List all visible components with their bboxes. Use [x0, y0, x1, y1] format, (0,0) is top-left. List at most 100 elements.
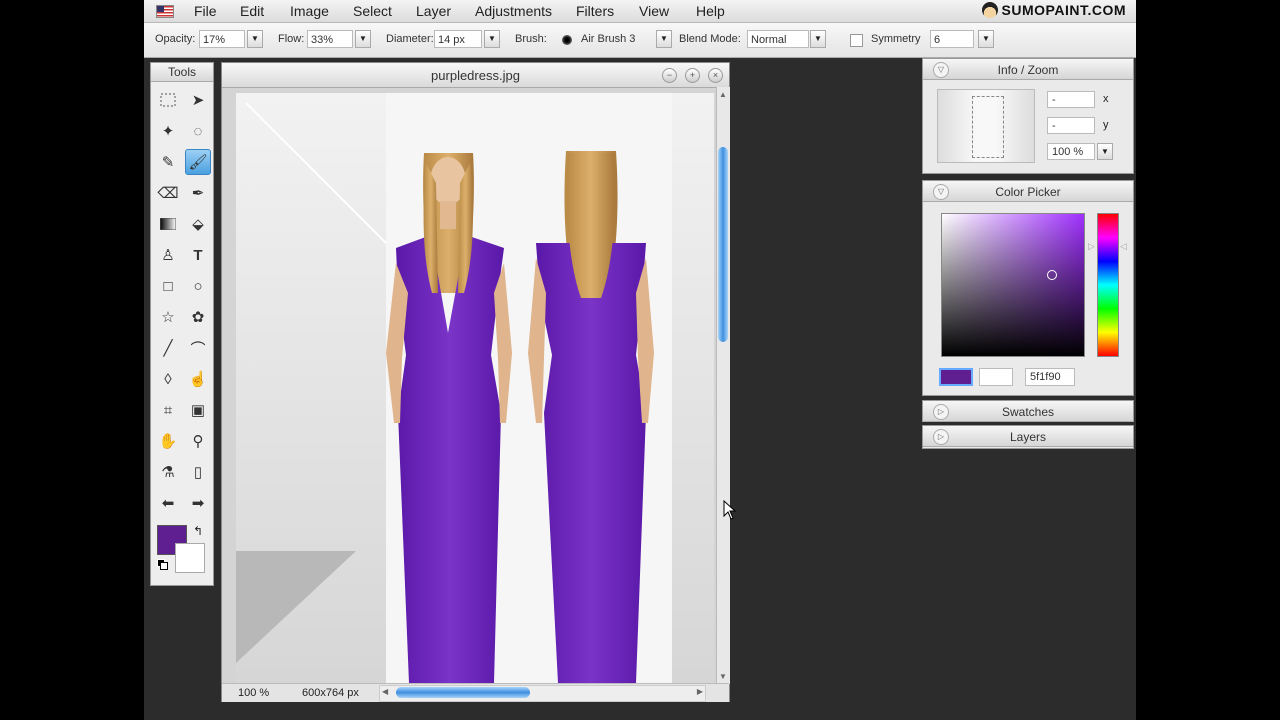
navigator-thumbnail[interactable] — [937, 89, 1035, 163]
brand-name: SUMOPAINT.COM — [1001, 2, 1126, 18]
transform-tool-icon[interactable]: ▣ — [185, 397, 211, 423]
blur-drop-tool-icon[interactable]: ◊ — [155, 366, 181, 392]
scroll-up-icon[interactable]: ▲ — [719, 90, 727, 99]
navigator-viewport-box[interactable] — [972, 96, 1004, 158]
symmetry-label: Symmetry — [871, 33, 921, 45]
language-flag-icon[interactable] — [156, 5, 174, 18]
menu-image[interactable]: Image — [290, 3, 329, 19]
flow-dropdown-button[interactable]: ▼ — [355, 30, 371, 48]
magic-wand-tool-icon[interactable]: ✦ — [155, 118, 181, 144]
menu-filters[interactable]: Filters — [576, 3, 614, 19]
tools-panel-title: Tools — [151, 63, 213, 82]
curve-tool-icon[interactable]: ⌒ — [185, 335, 211, 361]
brush-tool-icon[interactable]: ✒ — [185, 180, 211, 206]
swap-colors-icon[interactable]: ↰ — [193, 524, 203, 538]
info-zoom-header[interactable]: ▽ Info / Zoom — [923, 59, 1133, 80]
vertical-scrollbar[interactable]: ▲ ▼ — [716, 87, 730, 684]
opacity-label: Opacity: — [155, 33, 196, 45]
smudge-tool-icon[interactable]: ☝ — [185, 366, 211, 392]
zoom-dropdown-button[interactable]: ▼ — [1097, 143, 1113, 160]
layers-header[interactable]: ▷ Layers — [923, 426, 1133, 447]
minimize-icon[interactable]: − — [662, 68, 677, 83]
crop-tool-icon[interactable]: ⌗ — [155, 397, 181, 423]
brush-preview-icon — [562, 35, 572, 45]
hue-slider-marker-icon-left[interactable]: ▷ — [1088, 241, 1095, 252]
brush-dropdown-button[interactable]: ▼ — [656, 30, 672, 48]
y-label: y — [1103, 119, 1109, 131]
marquee-tool-icon[interactable] — [155, 87, 181, 113]
opacity-dropdown-button[interactable]: ▼ — [247, 30, 263, 48]
document-window: purpledress.jpg − + × ▲ ▼ 100 % 600x764 … — [221, 62, 737, 702]
picker-foreground-swatch[interactable] — [939, 368, 973, 386]
flower-shape-tool-icon[interactable]: ✿ — [185, 304, 211, 330]
blend-mode-dropdown-button[interactable]: ▼ — [810, 30, 826, 48]
hex-color-input[interactable]: 5f1f90 — [1025, 368, 1075, 386]
menu-adjustments[interactable]: Adjustments — [475, 3, 552, 19]
airbrush-tool-icon[interactable]: 🖌 — [185, 149, 211, 175]
menu-layer[interactable]: Layer — [416, 3, 451, 19]
lasso-tool-icon[interactable]: ◌ — [185, 118, 211, 144]
scroll-right-icon[interactable]: ▶ — [697, 687, 703, 696]
menu-view[interactable]: View — [639, 3, 669, 19]
flow-input[interactable]: 33% — [307, 30, 353, 48]
undo-arrow-icon[interactable]: ⬅ — [155, 490, 181, 516]
color-saturation-field[interactable] — [941, 213, 1085, 357]
blend-mode-select[interactable]: Normal — [747, 30, 809, 48]
hand-tool-icon[interactable]: ✋ — [155, 428, 181, 454]
scroll-left-icon[interactable]: ◀ — [382, 687, 388, 696]
flow-label: Flow: — [278, 33, 305, 45]
tools-panel: Tools ➤ ✦ ◌ ✎ 🖌 ⌫ ✒ ⬙ ♙ T □ ○ ☆ ✿ ╱ ⌒ ◊ … — [150, 62, 214, 586]
menu-select[interactable]: Select — [353, 3, 392, 19]
brush-label: Brush: — [515, 33, 547, 45]
app-window: File Edit Image Select Layer Adjustments… — [144, 0, 1136, 720]
symmetry-input[interactable]: 6 — [930, 30, 974, 48]
move-tool-icon[interactable]: ➤ — [185, 87, 211, 113]
horizontal-scroll-thumb[interactable] — [396, 687, 530, 698]
brush-name[interactable]: Air Brush 3 — [581, 33, 635, 45]
star-shape-tool-icon[interactable]: ☆ — [155, 304, 181, 330]
text-tool-icon[interactable]: T — [185, 242, 211, 268]
redo-arrow-icon[interactable]: ➡ — [185, 490, 211, 516]
swatches-header[interactable]: ▷ Swatches — [923, 401, 1133, 422]
opacity-input[interactable]: 17% — [199, 30, 245, 48]
picker-background-swatch[interactable] — [979, 368, 1013, 386]
scroll-down-icon[interactable]: ▼ — [719, 672, 727, 681]
bucket-fill-tool-icon[interactable]: ⬙ — [185, 211, 211, 237]
menu-file[interactable]: File — [194, 3, 217, 19]
color-picker-crosshair[interactable] — [1047, 270, 1057, 280]
image-canvas[interactable] — [236, 93, 714, 683]
zoom-tool-icon[interactable]: ⚲ — [185, 428, 211, 454]
brand-logo[interactable]: SUMOPAINT.COM — [981, 2, 1126, 18]
eyedropper-tool-icon[interactable]: ⚗ — [155, 459, 181, 485]
vertical-scroll-thumb[interactable] — [718, 147, 728, 342]
info-zoom-title: Info / Zoom — [997, 63, 1059, 77]
sumo-logo-icon — [981, 2, 998, 18]
rectangle-tool-icon[interactable]: □ — [155, 273, 181, 299]
diameter-dropdown-button[interactable]: ▼ — [484, 30, 500, 48]
dress-illustration — [236, 93, 714, 683]
symmetry-dropdown-button[interactable]: ▼ — [978, 30, 994, 48]
clone-stamp-tool-icon[interactable]: ♙ — [155, 242, 181, 268]
symmetry-checkbox[interactable] — [850, 34, 863, 47]
maximize-icon[interactable]: + — [685, 68, 700, 83]
eraser-tool-icon[interactable]: ⌫ — [155, 180, 181, 206]
diameter-input[interactable]: 14 px — [434, 30, 482, 48]
trash-tool-icon[interactable]: ▯ — [185, 459, 211, 485]
hue-slider[interactable] — [1097, 213, 1119, 357]
swatches-panel: ▷ Swatches — [922, 400, 1134, 422]
background-color-swatch[interactable] — [175, 543, 205, 573]
pencil-tool-icon[interactable]: ✎ — [155, 149, 181, 175]
menu-edit[interactable]: Edit — [240, 3, 264, 19]
info-zoom-panel: ▽ Info / Zoom - x - y 100 % ▼ — [922, 58, 1134, 174]
default-colors-icon[interactable] — [157, 559, 168, 570]
hue-slider-marker-icon[interactable]: ◁ — [1120, 241, 1127, 252]
horizontal-scrollbar[interactable]: ◀ ▶ — [379, 685, 706, 702]
gradient-tool-icon[interactable] — [155, 211, 181, 237]
menu-help[interactable]: Help — [696, 3, 725, 19]
close-icon[interactable]: × — [708, 68, 723, 83]
line-tool-icon[interactable]: ╱ — [155, 335, 181, 361]
color-picker-header[interactable]: ▽ Color Picker — [923, 181, 1133, 202]
zoom-input[interactable]: 100 % — [1047, 143, 1095, 160]
blend-mode-label: Blend Mode: — [679, 33, 741, 45]
ellipse-tool-icon[interactable]: ○ — [185, 273, 211, 299]
